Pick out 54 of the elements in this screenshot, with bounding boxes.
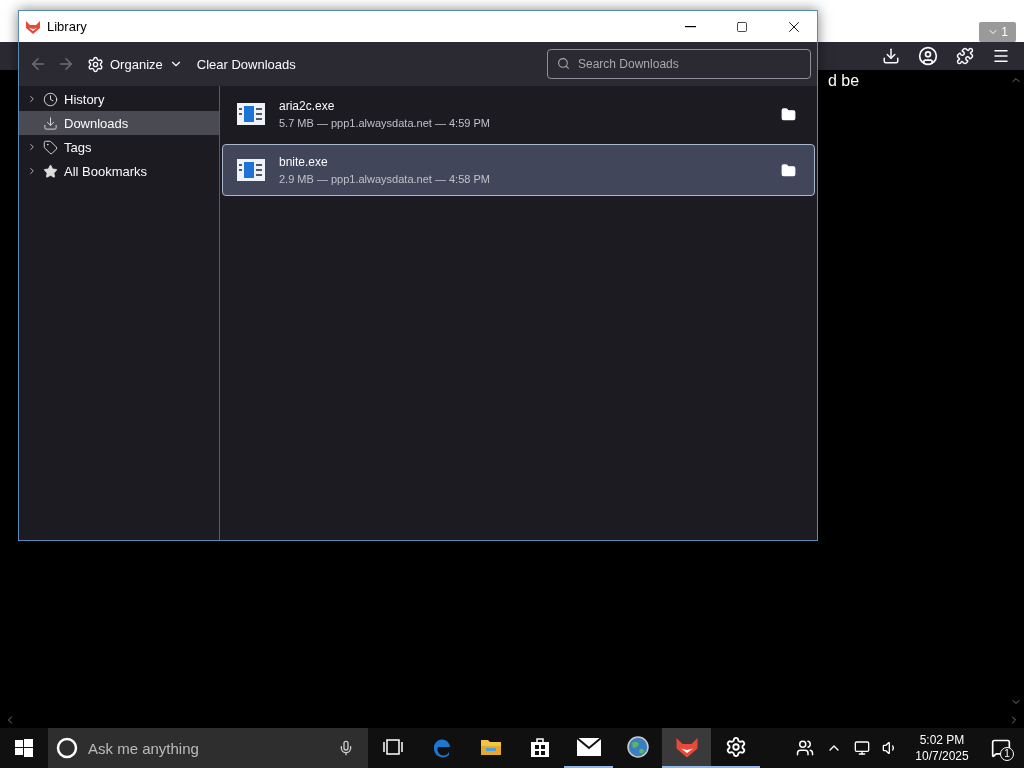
clock-time: 5:02 PM xyxy=(919,732,965,748)
sidebar-label: Downloads xyxy=(64,115,129,131)
globe-icon xyxy=(626,736,649,758)
search-icon xyxy=(557,57,570,70)
sidebar-label: All Bookmarks xyxy=(64,163,148,179)
speech-bubble-icon xyxy=(991,738,1011,758)
file-details: 5.7 MB — ppp1.alwaysdata.net — 4:59 PM xyxy=(279,117,491,129)
task-view-icon xyxy=(382,739,403,755)
people-icon[interactable] xyxy=(796,739,814,757)
sidebar-item[interactable]: History xyxy=(19,87,219,111)
notification-button[interactable]: 1 xyxy=(986,733,1016,763)
clock-date: 10/7/2025 xyxy=(915,748,969,764)
folder-icon xyxy=(479,737,502,757)
fox-head-icon xyxy=(25,18,41,35)
taskbar-search-field[interactable]: Ask me anything xyxy=(48,728,368,768)
ring-icon xyxy=(56,737,78,759)
forward-arrow-icon xyxy=(57,55,75,73)
sidebar-item[interactable]: Tags xyxy=(19,135,219,159)
download-icon xyxy=(43,115,58,131)
folder-icon xyxy=(781,106,796,122)
file-details: 2.9 MB — ppp1.alwaysdata.net — 4:58 PM xyxy=(279,173,491,185)
sidebar-label: Tags xyxy=(64,139,92,155)
tag-icon xyxy=(43,139,58,155)
download-row[interactable]: aria2c.exe 5.7 MB — ppp1.alwaysdata.net — 4:59 PM xyxy=(222,88,815,140)
maximize-icon xyxy=(736,20,748,33)
file-name: aria2c.exe xyxy=(279,99,336,113)
network-icon[interactable] xyxy=(854,740,870,756)
clock-icon xyxy=(43,91,58,107)
download-row[interactable]: bnite.exe 2.9 MB — ppp1.alwaysdata.net — 4:58 PM xyxy=(222,144,815,196)
sidebar-item[interactable]: All Bookmarks xyxy=(19,159,219,183)
windows-icon xyxy=(15,739,33,757)
puzzle-icon[interactable] xyxy=(956,47,974,65)
gear-icon xyxy=(87,55,104,73)
sidebar-item[interactable]: Downloads xyxy=(19,111,219,135)
microphone-icon[interactable] xyxy=(338,740,354,756)
program-file-icon xyxy=(237,159,265,181)
sidebar-label: History xyxy=(64,91,105,107)
star-icon xyxy=(43,163,58,179)
minimize-icon xyxy=(684,25,696,28)
account-icon[interactable] xyxy=(918,46,938,66)
menu-icon[interactable] xyxy=(992,47,1010,65)
program-file-icon xyxy=(237,103,265,125)
envelope-icon xyxy=(576,738,601,756)
settings-icon xyxy=(724,736,747,758)
fox-head-icon xyxy=(674,735,699,759)
window-title: Library xyxy=(47,19,88,34)
folder-icon xyxy=(781,162,796,178)
file-name: bnite.exe xyxy=(279,155,329,169)
search-field[interactable]: Search Downloads xyxy=(547,49,811,79)
shopping-bag-icon xyxy=(529,736,550,758)
page-text: d be xyxy=(828,72,860,89)
clear-downloads-button[interactable]: Clear Downloads xyxy=(192,52,300,76)
organize-button[interactable]: Organize xyxy=(83,51,187,77)
download-icon[interactable] xyxy=(882,47,900,65)
